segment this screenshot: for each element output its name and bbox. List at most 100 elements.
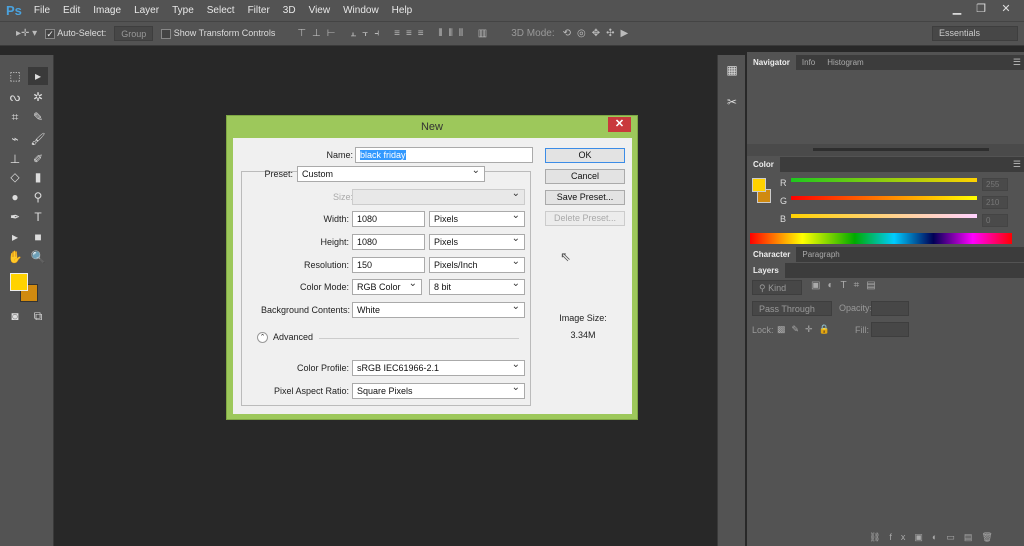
size-label: Size: xyxy=(332,192,353,202)
save-preset-button[interactable]: Save Preset... xyxy=(545,190,625,205)
pixel-aspect-label: Pixel Aspect Ratio: xyxy=(273,386,349,396)
opacity-field[interactable] xyxy=(871,301,909,316)
tab-paragraph[interactable]: Paragraph xyxy=(796,247,845,262)
restore-icon[interactable]: ❐ xyxy=(970,2,992,17)
ok-button[interactable]: OK xyxy=(545,148,625,163)
quick-mask-icon[interactable]: ◙ xyxy=(5,307,25,325)
preset-select[interactable]: Custom xyxy=(297,164,485,182)
tab-histogram[interactable]: Histogram xyxy=(821,55,869,70)
eraser-icon[interactable]: ◇ xyxy=(5,168,25,186)
advanced-label[interactable]: Advanced xyxy=(273,332,313,342)
layer-filter-icons[interactable]: ▣◐T⌗▤ xyxy=(811,280,883,291)
background-contents-select[interactable]: White xyxy=(352,300,525,318)
menu-select[interactable]: Select xyxy=(207,5,235,16)
r-value-field[interactable]: 255 xyxy=(982,178,1008,191)
group-select[interactable]: Group xyxy=(114,26,154,41)
tab-layers[interactable]: Layers xyxy=(747,263,785,278)
tab-character[interactable]: Character xyxy=(747,247,797,262)
height-input[interactable]: 1080 xyxy=(352,234,425,250)
name-input[interactable]: black friday xyxy=(355,147,533,163)
height-unit-select[interactable]: Pixels xyxy=(429,232,525,250)
character-tabs: Character Paragraph xyxy=(747,247,1024,262)
path-select-icon[interactable]: ▸ xyxy=(5,228,25,246)
brush-tool-icon[interactable]: 🖌 xyxy=(28,130,48,148)
tab-color[interactable]: Color xyxy=(747,157,780,172)
cancel-button[interactable]: Cancel xyxy=(545,169,625,184)
tab-navigator[interactable]: Navigator xyxy=(747,55,796,70)
pen-tool-icon[interactable]: ✒ xyxy=(5,208,25,226)
marquee-tool-icon[interactable]: ⬚ xyxy=(5,67,25,85)
move-tool-icon[interactable]: ▸ xyxy=(28,67,48,85)
layer-kind-filter[interactable]: ⚲ Kind xyxy=(752,280,802,295)
stamp-tool-icon[interactable]: ⊥ xyxy=(5,150,25,168)
foreground-color-swatch[interactable] xyxy=(752,178,766,192)
color-profile-select[interactable]: sRGB IEC61966-2.1 xyxy=(352,358,525,376)
minimize-icon[interactable]: ▁ xyxy=(946,2,968,17)
zoom-tool-icon[interactable]: 🔍 xyxy=(28,248,48,266)
auto-select-checkbox[interactable]: ✓ Auto-Select: xyxy=(45,28,106,39)
blur-tool-icon[interactable]: ● xyxy=(5,188,25,206)
fill-label: Fill: xyxy=(855,325,869,335)
type-tool-icon[interactable]: T xyxy=(28,208,48,226)
foreground-color-swatch[interactable] xyxy=(10,273,28,291)
screen-mode-icon[interactable]: ⧉ xyxy=(28,307,48,325)
width-input[interactable]: 1080 xyxy=(352,211,425,227)
dodge-tool-icon[interactable]: ⚲ xyxy=(28,188,48,206)
close-icon[interactable]: ✕ xyxy=(608,117,631,132)
history-brush-icon[interactable]: ✐ xyxy=(28,150,48,168)
blend-mode-select[interactable]: Pass Through xyxy=(752,301,832,316)
menu-3d[interactable]: 3D xyxy=(283,5,296,16)
tab-info[interactable]: Info xyxy=(796,55,821,70)
healing-brush-icon[interactable]: ⌁ xyxy=(5,130,25,148)
3d-mode-icons[interactable]: ⟲◎✥✣▶ xyxy=(563,28,635,39)
bit-depth-select[interactable]: 8 bit xyxy=(429,277,525,295)
b-slider[interactable] xyxy=(791,214,977,218)
align-icons[interactable]: ⊤⊥⊢ ⫠⫟⫞ ≡≡≡ ⫴⫴⫴ ▥ xyxy=(297,28,493,39)
photoshop-logo: Ps xyxy=(6,3,22,18)
panel-menu-icon[interactable]: ☰ xyxy=(1013,159,1021,170)
dialog-title: New xyxy=(420,121,443,133)
tools-preset-icon[interactable]: ✂ xyxy=(722,93,742,111)
history-panel-icon[interactable]: ▦ xyxy=(722,61,742,79)
fill-field[interactable] xyxy=(871,322,909,337)
menu-window[interactable]: Window xyxy=(343,5,379,16)
eyedropper-icon[interactable]: ✎ xyxy=(28,108,48,126)
b-value-field[interactable]: 0 xyxy=(982,214,1008,227)
layers-footer-icons[interactable]: ⛓fx▣◐▭▤🗑 xyxy=(869,532,1002,543)
advanced-toggle-icon[interactable]: ⌃ xyxy=(257,332,268,343)
close-window-icon[interactable]: ✕ xyxy=(995,2,1017,17)
pixel-aspect-select[interactable]: Square Pixels xyxy=(352,381,525,399)
menu-edit[interactable]: Edit xyxy=(63,5,80,16)
move-tool-icon[interactable]: ▸✛ ▾ xyxy=(16,28,37,39)
r-slider[interactable] xyxy=(791,178,977,182)
gradient-icon[interactable]: ▮ xyxy=(28,168,48,186)
color-spectrum-ramp[interactable] xyxy=(750,233,1012,244)
show-transform-checkbox[interactable]: Show Transform Controls xyxy=(161,28,275,39)
mouse-cursor-icon: ⇖ xyxy=(560,249,571,264)
preset-label: Preset: xyxy=(264,169,293,179)
hand-tool-icon[interactable]: ✋ xyxy=(5,248,25,266)
panel-menu-icon[interactable]: ☰ xyxy=(1013,57,1021,68)
g-value-field[interactable]: 210 xyxy=(982,196,1008,209)
g-slider[interactable] xyxy=(791,196,977,200)
menu-layer[interactable]: Layer xyxy=(134,5,159,16)
color-mode-select[interactable]: RGB Color xyxy=(352,277,422,295)
crop-tool-icon[interactable]: ⌗ xyxy=(5,108,25,126)
resolution-input[interactable]: 150 xyxy=(352,257,425,273)
magic-wand-icon[interactable]: ✲ xyxy=(28,88,48,106)
resolution-unit-select[interactable]: Pixels/Inch xyxy=(429,255,525,273)
menu-type[interactable]: Type xyxy=(172,5,194,16)
shape-tool-icon[interactable]: ■ xyxy=(28,228,48,246)
navigator-zoom-slider[interactable] xyxy=(813,148,989,151)
width-unit-select[interactable]: Pixels xyxy=(429,209,525,227)
lasso-tool-icon[interactable]: ᔓ xyxy=(5,88,25,106)
menu-help[interactable]: Help xyxy=(392,5,413,16)
menu-image[interactable]: Image xyxy=(93,5,121,16)
menu-filter[interactable]: Filter xyxy=(248,5,270,16)
lock-icons[interactable]: ▩✎✛🔒 xyxy=(777,324,836,335)
workspace-select[interactable]: Essentials xyxy=(932,26,1018,41)
menu-view[interactable]: View xyxy=(309,5,331,16)
r-label: R xyxy=(780,178,787,188)
menu-file[interactable]: File xyxy=(34,5,50,16)
b-label: B xyxy=(780,214,787,224)
